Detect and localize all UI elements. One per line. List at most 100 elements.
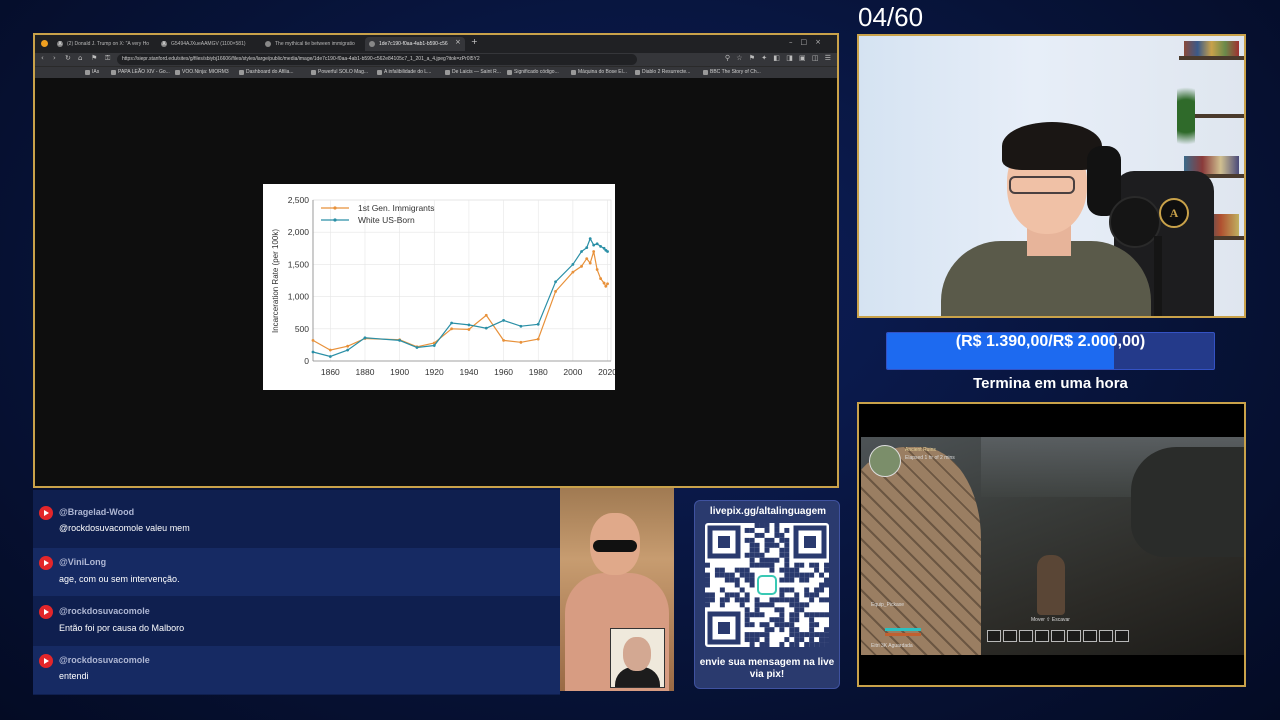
qr-module [754,612,760,618]
hotbar-slot[interactable] [1035,630,1049,642]
qr-module [769,617,775,623]
qr-module [749,622,755,628]
window-controls[interactable]: –□× [789,38,829,46]
chat-message: @rockdosuvacomole entendi [33,646,560,694]
qr-module [759,557,765,563]
bookmark-item[interactable]: Powerful SOLO Mag... [311,69,368,75]
x-tick-label: 1940 [459,367,478,377]
qr-module [764,632,770,638]
qr-module [774,622,780,628]
qr-module [719,597,725,603]
bookmark-item[interactable]: De Laicis — Saint R... [445,69,501,75]
new-tab-icon[interactable]: + [471,37,478,46]
home-icon[interactable]: ⌂ [78,54,82,62]
qr-module [794,617,800,623]
tab-3[interactable]: The mythical tie between immigratio [261,37,361,51]
qr-module [804,602,810,608]
chat-message: @rockdosuvacomole Então foi por causa do… [33,597,560,645]
close-tab-icon[interactable]: × [455,38,461,46]
bookmark-item[interactable]: Dashboard do Afilia... [239,69,294,75]
books [1184,41,1239,56]
back-icon[interactable]: ‹ [41,54,44,62]
qr-module [819,582,825,588]
qr-module [724,577,730,583]
hud-location: Ancient Ruins [905,447,936,453]
hotbar-slot[interactable] [987,630,1001,642]
qr-module [749,537,755,543]
game-capture: Ancient Ruins Elapsed 1 hr of 2 mins Equ… [857,402,1246,687]
x-tick-label: 1860 [321,367,340,377]
data-point-0 [580,264,583,268]
qr-module [744,597,750,603]
tab-4[interactable]: 1de7c190-f0aa-4ab1-b590-c56 [365,37,465,51]
qr-module [705,572,710,578]
hud-hint: Elapsed 1 hr of 2 mins [905,455,955,461]
carved-rock [861,447,981,655]
url-field[interactable]: https://siepr.stanford.edu/sites/g/files… [117,54,637,65]
qr-module [764,547,770,553]
qr-module [749,642,755,647]
x-tick-label: 1920 [425,367,444,377]
donation-goal-bar: (R$ 1.390,00/R$ 2.000,00) [886,332,1215,370]
qr-module [804,572,810,578]
bookmark-icon[interactable]: ⚑ [91,54,97,62]
qr-module [789,632,795,638]
chat-message: @Bragelad-Wood @rockdosuvacomole valeu m… [33,500,560,548]
qr-module [784,587,790,593]
qr-module [729,577,735,583]
qr-module [784,567,790,573]
tab-1[interactable]: X (2) Donald J. Trump on X: "A very Ho [53,37,153,51]
qr-module [705,597,710,603]
qr-module [789,577,795,583]
qr-module [739,602,745,608]
hotbar-slot[interactable] [1083,630,1097,642]
qr-module [814,642,820,647]
qr-module [744,537,750,543]
bookmark-item[interactable]: BBC The Story of Ch... [703,69,761,75]
forward-icon[interactable]: › [53,54,56,62]
plant [1177,76,1195,156]
livepix-url[interactable]: livepix.gg/altalinguagem [695,506,841,517]
y-tick-label: 500 [295,324,309,334]
hotbar-slot[interactable] [1003,630,1017,642]
hotbar-slot[interactable] [1019,630,1033,642]
data-point-0 [502,338,505,342]
qr-module [724,572,730,578]
bookmark-item[interactable]: A infalibilidade do L... [377,69,431,75]
bookmark-item[interactable]: VOO.Ninja: MIORM3 [175,69,229,75]
qr-module [779,577,785,583]
page-icon [265,41,271,47]
reload-icon[interactable]: ↻ [65,54,71,62]
extensions-toolbar[interactable]: ⚲ ☆ ⚑ ✦ ◧ ◨ ▣ ◫ ☰ [725,54,833,62]
bookmark-item[interactable]: IAs [85,69,99,75]
hotbar-slot[interactable] [1115,630,1129,642]
qr-module [774,542,780,548]
tab-2[interactable]: X G5494AJXueAAMGV (1100×581) [157,37,257,51]
data-point-0 [571,270,575,274]
browser-logo-icon[interactable] [41,40,48,47]
qr-module [759,562,765,568]
hotbar-slot[interactable] [1051,630,1065,642]
data-point-1 [346,348,350,352]
bookmark-item[interactable]: Significado código... [507,69,559,75]
qr-module [814,632,820,638]
bookmark-item[interactable]: Diablo 2 Resurrecte... [635,69,690,75]
bookmark-item[interactable]: Máquina do Bose El... [571,69,627,75]
qr-module [769,557,775,563]
character [1037,555,1065,615]
qr-code[interactable] [705,523,829,647]
qr-module [705,592,710,598]
data-point-0 [595,268,599,271]
bookmark-item[interactable]: PAPA LEÃO XIV - Go... [111,69,170,75]
qr-module [809,637,815,643]
hotbar-slot[interactable] [1099,630,1113,642]
qr-module [729,592,735,598]
x-tick-label: 2020 [598,367,615,377]
qr-module [794,572,800,578]
qr-finder-top-right-center [804,536,816,548]
chat-username: @rockdosuvacomole [59,655,150,665]
hud-bottom: Eitri 3K Aguardada [871,643,913,649]
data-point-0 [311,338,315,342]
y-axis-label: Incarceration Rate (per 100k) [271,229,280,333]
hotbar-slot[interactable] [1067,630,1081,642]
